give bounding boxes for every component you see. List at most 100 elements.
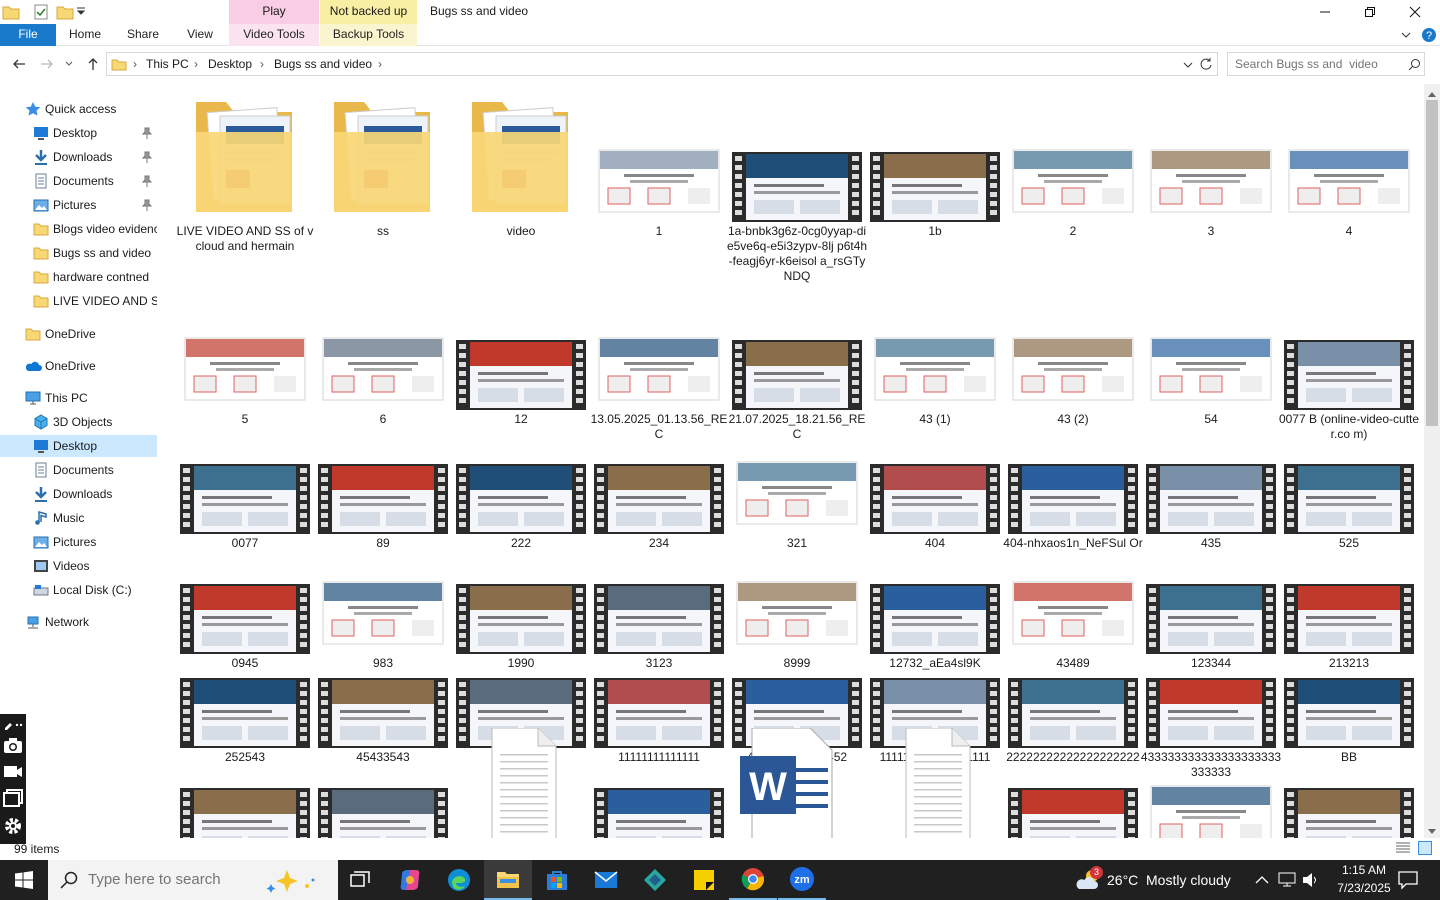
folder-item[interactable]: video [456, 92, 586, 242]
taskbar-mail[interactable] [582, 860, 630, 900]
file-item[interactable] [1146, 728, 1276, 838]
nav-this-pc[interactable]: This PC [0, 387, 157, 409]
scroll-up-icon[interactable] [1428, 86, 1436, 100]
breadcrumb-this-pc[interactable]: This PC [146, 57, 189, 71]
tab-video-tools[interactable]: Video Tools [229, 24, 319, 46]
taskbar-app-diamond[interactable] [631, 860, 679, 900]
pin-icon[interactable] [141, 151, 153, 163]
file-item[interactable]: 1b [870, 92, 1000, 242]
nav-item-downloads[interactable]: Downloads [0, 483, 157, 505]
nav-item-3d-objects[interactable]: 3D Objects [0, 411, 157, 433]
nav-item-local-disk-c[interactable]: Local Disk (C:) [0, 579, 157, 601]
nav-onedrive-personal[interactable]: OneDrive [0, 323, 157, 345]
customize-toolbar-icon[interactable] [76, 6, 86, 24]
nav-onedrive[interactable]: OneDrive [0, 355, 157, 377]
notification-icon[interactable] [1398, 870, 1418, 893]
file-item[interactable] [870, 728, 1000, 838]
nav-item-desktop[interactable]: Desktop [0, 122, 157, 144]
nav-item-desktop[interactable]: Desktop [0, 435, 157, 457]
weather-condition[interactable]: Mostly cloudy [1146, 872, 1231, 888]
properties-icon[interactable] [32, 3, 50, 21]
file-item[interactable] [318, 728, 448, 838]
taskbar-search[interactable] [48, 860, 338, 900]
search-box[interactable] [1227, 52, 1425, 76]
camera-icon[interactable] [3, 736, 23, 757]
tab-home[interactable]: Home [60, 24, 110, 46]
nav-item-documents[interactable]: Documents [0, 459, 157, 481]
maximize-button[interactable] [1347, 0, 1393, 24]
nav-quick-access[interactable]: Quick access [0, 98, 157, 120]
tab-share[interactable]: Share [118, 24, 168, 46]
chevron-up-icon[interactable] [1255, 874, 1269, 888]
pencil-icon[interactable] [3, 719, 23, 733]
nav-item-videos[interactable]: Videos [0, 555, 157, 577]
file-item[interactable]: 3 [1146, 92, 1276, 242]
up-button[interactable] [84, 55, 102, 73]
search-input[interactable] [1235, 57, 1405, 71]
scrollbar-thumb[interactable] [1426, 100, 1438, 426]
tab-file[interactable]: File [0, 24, 56, 46]
nav-item-documents[interactable]: Documents [0, 170, 157, 192]
video-camera-icon[interactable] [3, 763, 23, 782]
pin-icon[interactable] [141, 199, 153, 211]
nav-item-hardware-contned[interactable]: hardware contned [0, 266, 157, 288]
nav-network[interactable]: Network [0, 611, 157, 633]
file-item[interactable]: 4 [1284, 92, 1414, 242]
address-dropdown-icon[interactable] [1182, 59, 1194, 74]
taskbar-edge[interactable] [435, 860, 483, 900]
window-capture-icon[interactable] [3, 789, 23, 810]
address-bar[interactable]: › This PC › Desktop › Bugs ss and video … [106, 52, 1218, 76]
file-item[interactable] [180, 728, 310, 838]
nav-item-pictures[interactable]: Pictures [0, 194, 157, 216]
task-view-button[interactable] [336, 860, 384, 900]
taskbar-sticky-notes[interactable] [680, 860, 728, 900]
file-item[interactable]: 1a-bnbk3g6z-0cg0yyap-die5ve6q-e5i3zypv-8… [727, 92, 867, 283]
gear-icon[interactable] [3, 816, 23, 839]
large-icons-view-icon[interactable] [1418, 841, 1432, 858]
nav-item-music[interactable]: Music [0, 507, 157, 529]
tab-view[interactable]: View [175, 24, 225, 46]
breadcrumb-current-folder[interactable]: Bugs ss and video [274, 57, 372, 71]
nav-item-pictures[interactable]: Pictures [0, 531, 157, 553]
nav-item-live-video-and-ss[interactable]: LIVE VIDEO AND SS [0, 290, 157, 312]
scroll-down-icon[interactable] [1428, 824, 1436, 838]
refresh-icon[interactable] [1199, 57, 1213, 74]
new-folder-icon[interactable] [56, 3, 74, 21]
minimize-button[interactable] [1302, 0, 1348, 24]
pin-icon[interactable] [141, 127, 153, 139]
details-view-icon[interactable] [1396, 842, 1410, 857]
file-item[interactable]: 2 [1008, 92, 1138, 242]
volume-icon[interactable] [1302, 872, 1320, 891]
nav-item-blogs-video-evidenc[interactable]: Blogs video evidenc [0, 218, 157, 240]
clock-date[interactable]: 7/23/2025 [1329, 881, 1399, 895]
breadcrumb-desktop[interactable]: Desktop [208, 57, 252, 71]
file-item[interactable] [1284, 728, 1414, 838]
back-button[interactable] [10, 55, 28, 73]
taskbar-store[interactable] [533, 860, 581, 900]
weather-temp[interactable]: 26°C [1107, 872, 1138, 888]
tab-backup-tools[interactable]: Backup Tools [320, 24, 417, 46]
folder-item[interactable]: LIVE VIDEO AND SS of vcloud and hermain [177, 92, 313, 253]
file-item[interactable]: W [732, 728, 862, 838]
file-item[interactable] [1008, 728, 1138, 838]
file-item[interactable]: 1 [594, 92, 724, 242]
folder-item[interactable]: ss [318, 92, 448, 242]
taskbar-chrome[interactable] [729, 860, 777, 900]
taskbar-copilot[interactable] [386, 860, 434, 900]
expand-ribbon-icon[interactable] [1400, 29, 1412, 44]
close-button[interactable] [1392, 0, 1438, 24]
forward-button[interactable] [38, 55, 56, 73]
clock-time[interactable]: 1:15 AM [1334, 863, 1394, 877]
taskbar-search-input[interactable] [88, 871, 258, 888]
start-button[interactable] [0, 860, 48, 900]
file-item[interactable] [594, 728, 724, 838]
network-status-icon[interactable] [1278, 872, 1296, 891]
pin-icon[interactable] [141, 175, 153, 187]
file-item[interactable] [456, 728, 586, 838]
taskbar-file-explorer[interactable] [484, 860, 532, 900]
recent-locations-button[interactable] [63, 55, 75, 73]
nav-item-downloads[interactable]: Downloads [0, 146, 157, 168]
nav-item-bugs-ss-and-video[interactable]: Bugs ss and video [0, 242, 157, 264]
taskbar-zoom[interactable]: zm [778, 860, 826, 900]
help-icon[interactable]: ? [1421, 27, 1437, 46]
